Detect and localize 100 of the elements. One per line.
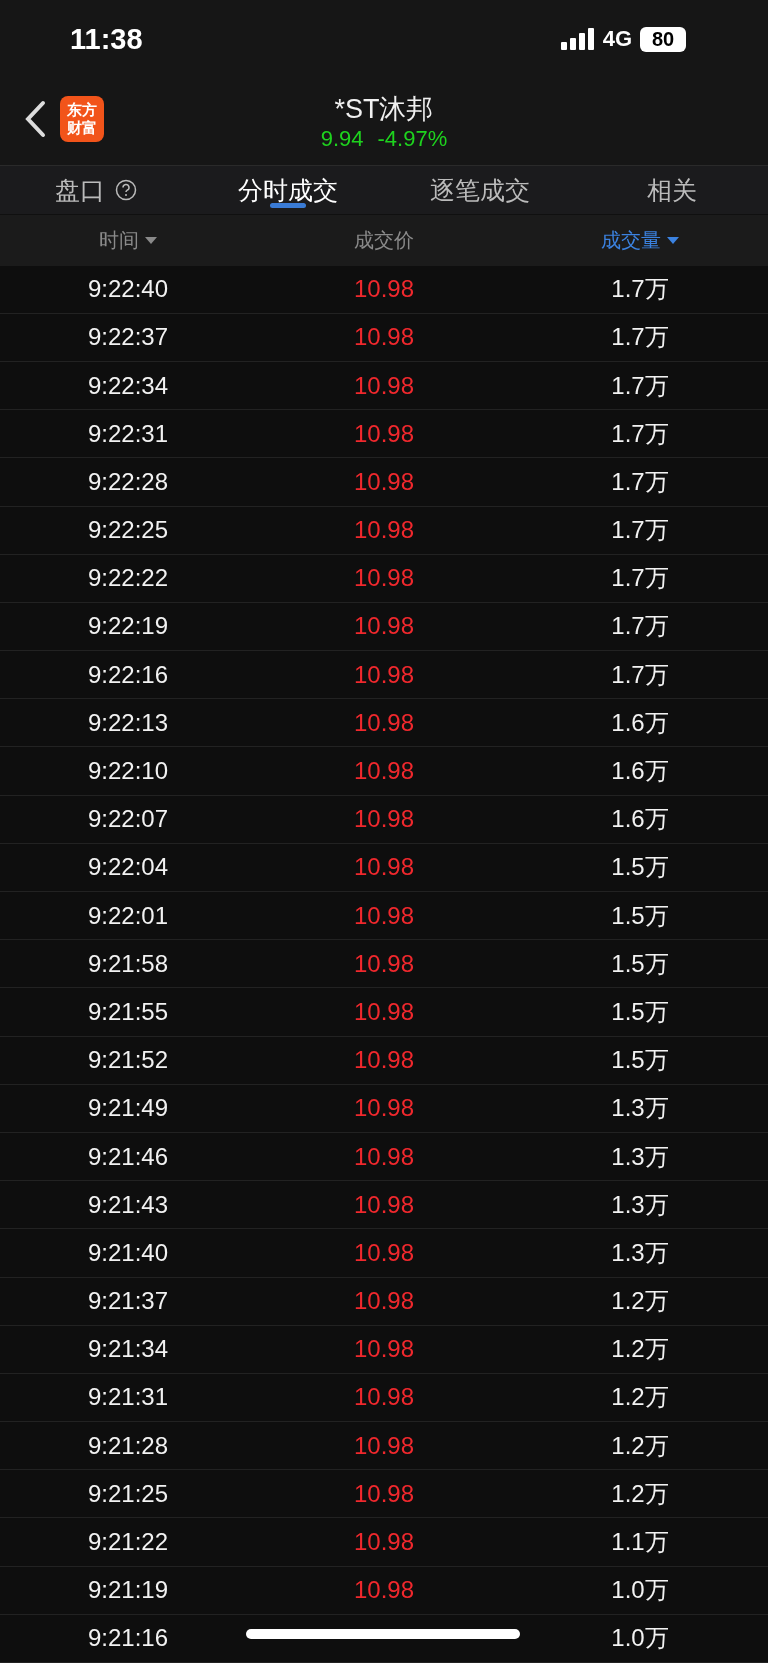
battery-level: 80	[640, 26, 686, 52]
time-cell: 9:21:52	[87, 1046, 169, 1075]
volume-cell-text: 1.5万	[611, 852, 669, 883]
volume-cell-text: 1.2万	[611, 1334, 669, 1365]
time-cell: 9:21:43	[87, 1190, 169, 1219]
volume-cell-text: 1.6万	[611, 804, 669, 835]
app-logo: 东方 财富	[60, 96, 104, 142]
time-cell: 9:22:10	[87, 757, 169, 786]
volume-cell-text: 1.7万	[611, 515, 669, 546]
signal-icon	[560, 28, 595, 50]
volume-cell-text: 1.5万	[611, 996, 669, 1027]
price-cell: 10.98	[353, 371, 415, 400]
volume-cell-text: 1.7万	[611, 611, 669, 642]
time-cell: 9:22:04	[87, 853, 169, 882]
tab[interactable]: 分时成交	[192, 166, 384, 214]
back-icon[interactable]	[24, 100, 46, 138]
time-cell: 9:22:22	[87, 564, 169, 593]
column-header[interactable]: 时间	[99, 226, 139, 254]
volume-cell-text: 1.7万	[611, 659, 669, 690]
price-cell: 10.98	[353, 1094, 415, 1123]
price-cell: 10.98	[353, 1142, 415, 1171]
time-cell: 9:21:37	[87, 1287, 169, 1316]
time-cell: 9:22:40	[87, 275, 169, 304]
column-header: 成交价	[354, 227, 414, 253]
price-cell: 10.98	[353, 516, 415, 545]
price-cell: 10.98	[353, 901, 415, 930]
volume-cell-text: 1.3万	[611, 1237, 669, 1268]
price-cell: 10.98	[353, 757, 415, 786]
sort-caret-icon	[145, 236, 157, 244]
time-cell: 9:22:16	[87, 660, 169, 689]
volume-cell-text: 1.2万	[611, 1382, 669, 1413]
price-cell: 10.98	[353, 1528, 415, 1557]
price-cell: 10.98	[353, 564, 415, 593]
price-cell: 10.98	[353, 660, 415, 689]
price-cell: 10.98	[353, 1238, 415, 1267]
price-cell: 10.98	[353, 1479, 415, 1508]
price-cell: 10.98	[353, 1576, 415, 1605]
volume-cell-text: 1.7万	[611, 322, 669, 353]
volume-cell-text: 1.7万	[611, 274, 669, 305]
time-cell: 9:21:16	[87, 1624, 169, 1653]
tab[interactable]: 盘口	[0, 166, 192, 214]
volume-cell-text: 1.3万	[611, 1141, 669, 1172]
price-cell: 10.98	[353, 949, 415, 978]
volume-cell-text: 1.3万	[611, 1189, 669, 1220]
time-cell: 9:22:01	[87, 901, 169, 930]
time-cell: 9:21:55	[87, 997, 169, 1026]
help-icon[interactable]	[115, 179, 137, 201]
price-cell: 10.98	[353, 612, 415, 641]
column-header[interactable]: 成交量	[601, 226, 661, 254]
price-change: -4.97%	[377, 125, 448, 152]
time-cell: 9:22:13	[87, 708, 169, 737]
volume-cell-text: 1.1万	[611, 1527, 669, 1558]
time-cell: 9:21:19	[87, 1576, 169, 1605]
time-cell: 9:22:19	[87, 612, 169, 641]
price-cell: 10.98	[353, 467, 415, 496]
time-cell: 9:22:34	[87, 371, 169, 400]
time-cell: 9:21:22	[87, 1528, 169, 1557]
volume-cell-text: 1.5万	[611, 1045, 669, 1076]
volume-cell-text: 1.3万	[611, 1093, 669, 1124]
volume-cell-text: 1.7万	[611, 418, 669, 449]
price-cell: 10.98	[353, 1383, 415, 1412]
time-cell: 9:22:28	[87, 467, 169, 496]
stock-title: *ST沐邦	[334, 92, 434, 126]
tab[interactable]: 相关	[576, 166, 768, 214]
network-type: 4G	[602, 26, 632, 52]
price-cell: 10.98	[353, 997, 415, 1026]
time-cell: 9:22:25	[87, 516, 169, 545]
time-cell: 9:21:31	[87, 1383, 169, 1412]
volume-cell-text: 1.0万	[611, 1623, 669, 1654]
time-cell: 9:21:49	[87, 1094, 169, 1123]
volume-cell-text: 1.7万	[611, 370, 669, 401]
volume-cell-text: 1.2万	[611, 1286, 669, 1317]
price-cell: 10.98	[353, 1046, 415, 1075]
volume-cell-text: 1.6万	[611, 707, 669, 738]
tab[interactable]: 逐笔成交	[384, 166, 576, 214]
time-cell: 9:21:34	[87, 1335, 169, 1364]
volume-cell-text: 1.7万	[611, 563, 669, 594]
tab-indicator	[270, 203, 306, 208]
volume-cell-text: 1.6万	[611, 756, 669, 787]
time-cell: 9:21:25	[87, 1479, 169, 1508]
volume-cell-text: 1.2万	[611, 1430, 669, 1461]
price-cell: 10.98	[353, 1190, 415, 1219]
price-cell: 10.98	[353, 323, 415, 352]
volume-cell-text: 1.7万	[611, 466, 669, 497]
time-cell: 9:22:37	[87, 323, 169, 352]
volume-cell-text: 1.2万	[611, 1478, 669, 1509]
price-cell: 10.98	[353, 1431, 415, 1460]
time-cell: 9:21:58	[87, 949, 169, 978]
time-cell: 9:22:31	[87, 419, 169, 448]
volume-cell-text: 1.5万	[611, 900, 669, 931]
time-cell: 9:21:28	[87, 1431, 169, 1460]
sort-caret-icon	[667, 236, 679, 244]
price-cell: 10.98	[353, 419, 415, 448]
time-cell: 9:21:40	[87, 1238, 169, 1267]
price-cell: 10.98	[353, 1335, 415, 1364]
price-cell: 10.98	[353, 853, 415, 882]
stock-price: 9.94	[320, 125, 364, 152]
volume-cell-text: 1.0万	[611, 1575, 669, 1606]
price-cell: 10.98	[353, 805, 415, 834]
volume-cell-text: 1.5万	[611, 948, 669, 979]
